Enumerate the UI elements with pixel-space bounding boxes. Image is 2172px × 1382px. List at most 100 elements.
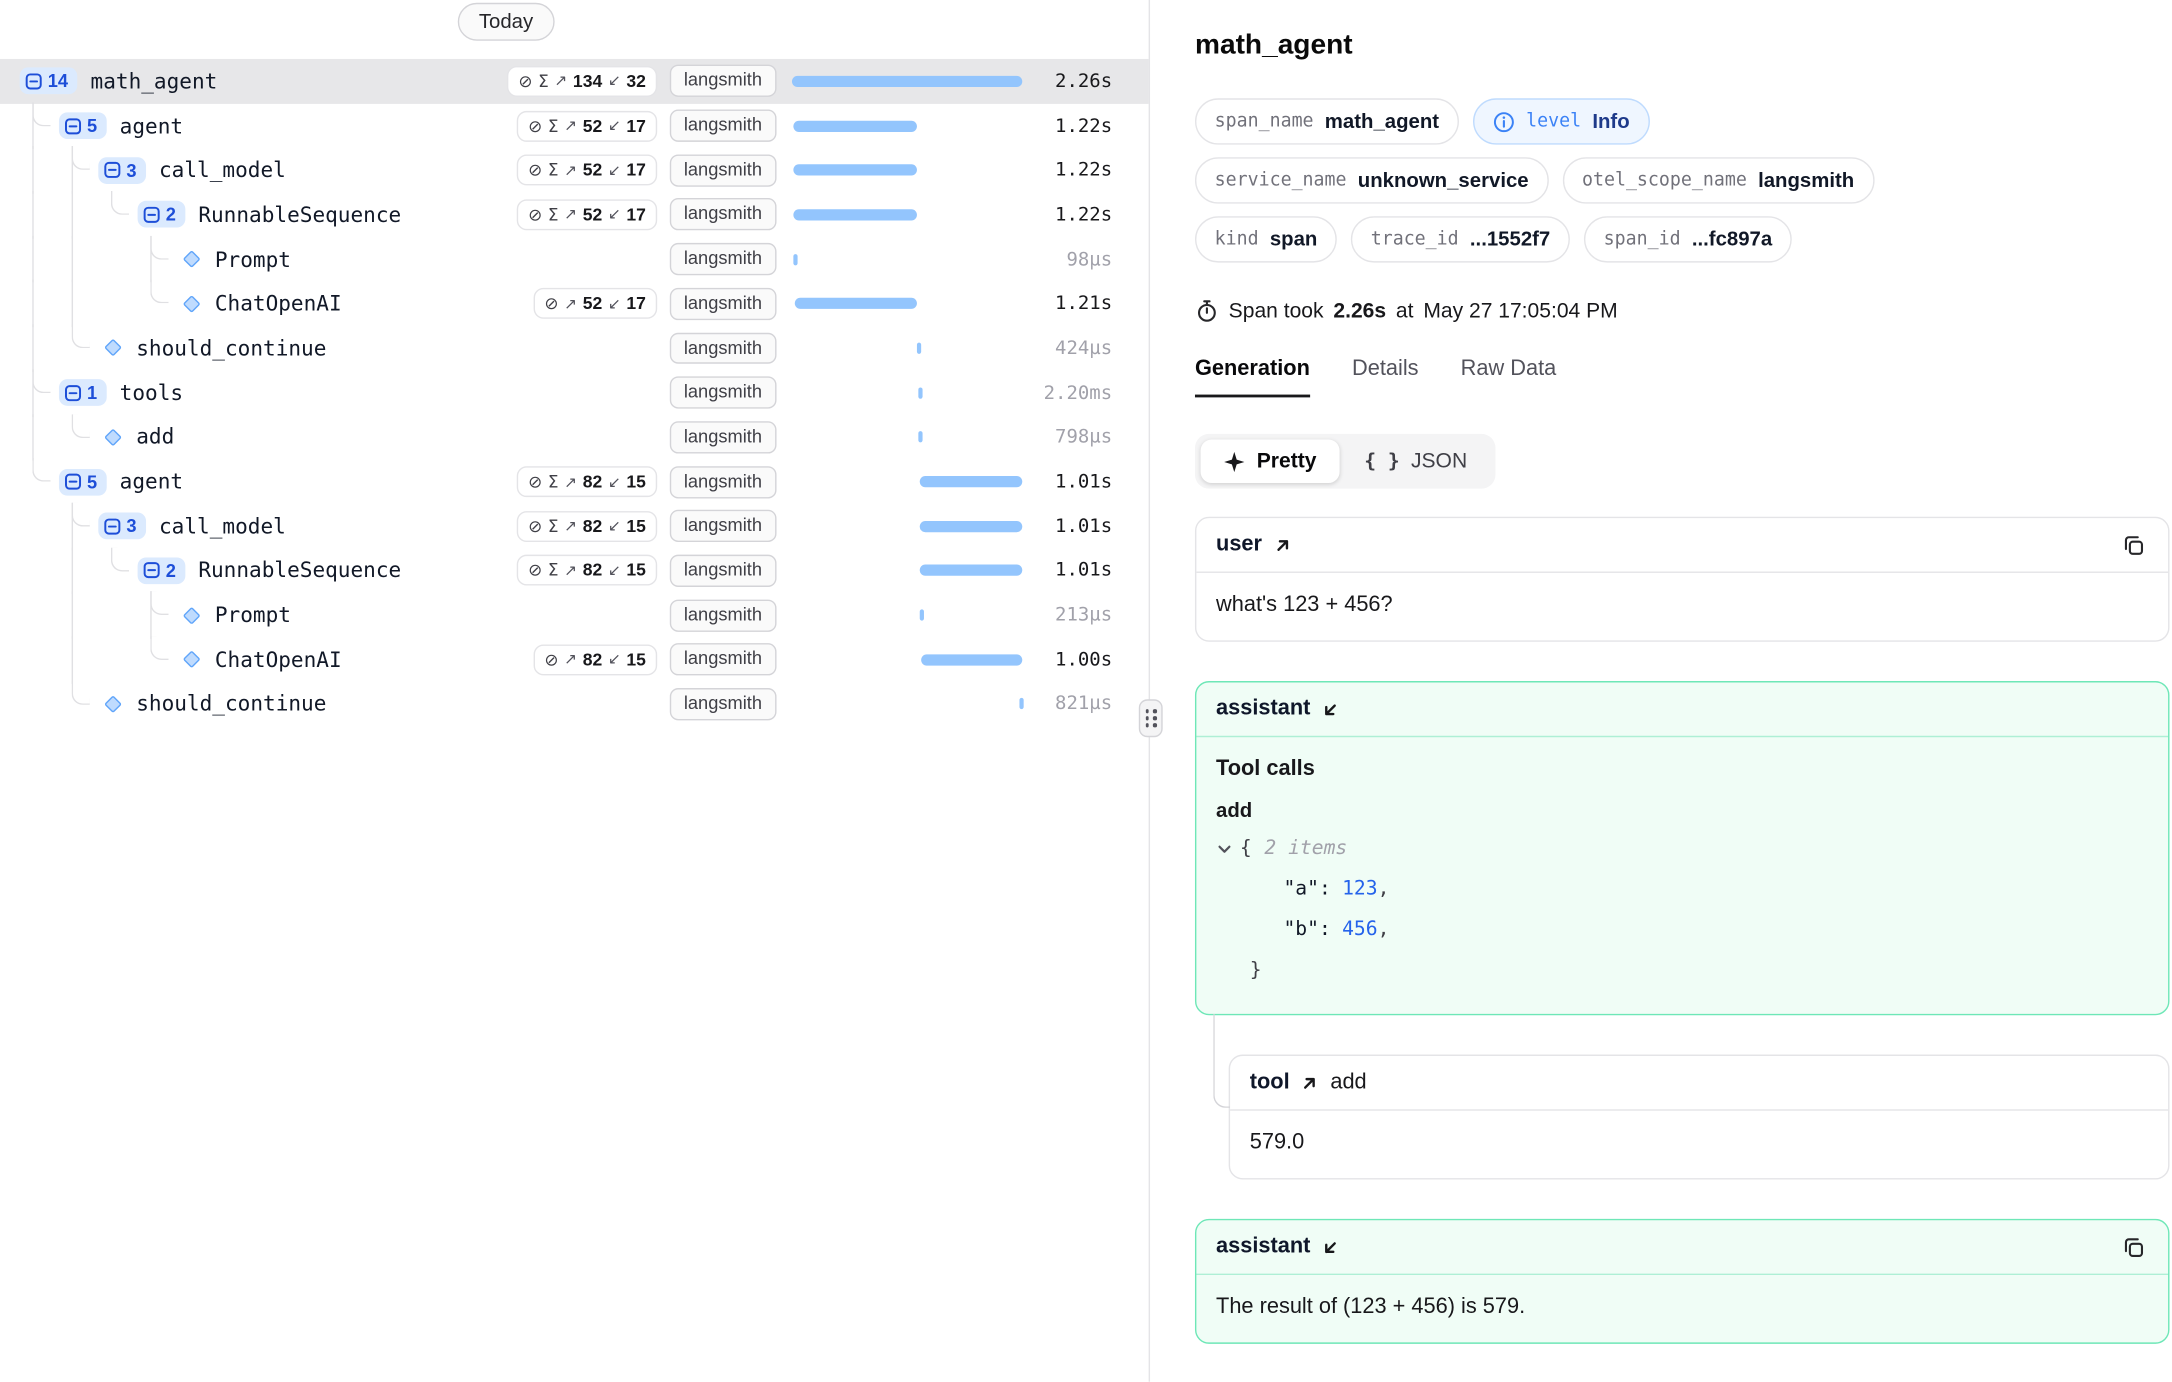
collapse-badge[interactable]: 3 xyxy=(98,513,146,540)
trace-row-should_continue[interactable]: should_continuelangsmith821µs xyxy=(0,682,1149,726)
message-body: The result of (123 + 456) is 579. xyxy=(1196,1275,2168,1342)
timeline-cell xyxy=(786,682,1028,726)
minus-square-icon xyxy=(65,384,82,401)
collapse-badge[interactable]: 1 xyxy=(59,379,107,406)
trace-row-math_agent[interactable]: 14math_agent⊘Σ↗134↙32langsmith2.26s xyxy=(0,59,1149,103)
copy-button[interactable] xyxy=(2119,1232,2148,1261)
collapse-badge[interactable]: 14 xyxy=(20,68,78,95)
trace-tree-panel: Today 14math_agent⊘Σ↗134↙32langsmith2.26… xyxy=(0,0,1150,1382)
message-card-tool: tool add 579.0 xyxy=(1229,1055,2170,1180)
trace-row-ChatOpenAI[interactable]: ChatOpenAI⊘↗82↙15langsmith1.00s xyxy=(0,637,1149,681)
input-tokens: 52 xyxy=(583,160,603,180)
trace-row-agent[interactable]: 5agent⊘Σ↗82↙15langsmith1.01s xyxy=(0,459,1149,503)
collapse-badge[interactable]: 3 xyxy=(98,157,146,184)
tokens-icon: ⊘ xyxy=(528,561,542,581)
trace-row-agent[interactable]: 5agent⊘Σ↗52↙17langsmith1.22s xyxy=(0,103,1149,147)
attr-pill-trace-id: trace_id ...1552f7 xyxy=(1351,216,1570,262)
child-count: 14 xyxy=(48,71,68,92)
input-tokens: 82 xyxy=(583,561,603,581)
attr-pill-kind: kind span xyxy=(1195,216,1337,262)
sigma-icon: Σ xyxy=(548,116,559,136)
child-count: 2 xyxy=(166,204,176,225)
pretty-toggle-button[interactable]: Pretty xyxy=(1201,440,1339,484)
span-name-label: tools xyxy=(120,380,183,405)
child-count: 1 xyxy=(87,382,97,403)
trace-row-Prompt[interactable]: Promptlangsmith213µs xyxy=(0,593,1149,637)
timeline-cell xyxy=(786,148,1028,192)
langsmith-tag: langsmith xyxy=(670,555,776,587)
input-tokens: 52 xyxy=(583,294,603,314)
arrow-down-left-icon xyxy=(1322,700,1340,718)
minus-square-icon xyxy=(143,562,160,579)
duration-bar xyxy=(793,120,917,131)
collapse-badge[interactable]: 5 xyxy=(59,468,107,495)
tool-call-name: add xyxy=(1216,800,2148,822)
duration-label: 424µs xyxy=(1028,337,1149,359)
trace-row-ChatOpenAI[interactable]: ChatOpenAI⊘↗52↙17langsmith1.21s xyxy=(0,281,1149,325)
output-tokens: 15 xyxy=(626,561,646,581)
span-attributes: span_name math_agent level Info service_… xyxy=(1195,98,2172,262)
trace-row-add[interactable]: addlangsmith798µs xyxy=(0,415,1149,459)
minus-square-icon xyxy=(104,162,121,179)
span-name-label: ChatOpenAI xyxy=(215,647,342,672)
duration-label: 1.00s xyxy=(1028,648,1149,670)
duration-label: 1.22s xyxy=(1028,159,1149,181)
duration-label: 821µs xyxy=(1028,693,1149,715)
leaf-diamond-icon xyxy=(104,339,122,357)
panel-resize-handle[interactable] xyxy=(1139,699,1163,737)
trace-row-tools[interactable]: 1toolslangsmith2.20ms xyxy=(0,370,1149,414)
duration-label: 213µs xyxy=(1028,604,1149,626)
output-arrow-icon: ↙ xyxy=(608,651,621,669)
tab-details[interactable]: Details xyxy=(1352,357,1419,398)
json-items-count: 2 items xyxy=(1264,828,1347,869)
input-tokens: 52 xyxy=(583,205,603,225)
input-arrow-icon: ↗ xyxy=(564,295,577,313)
collapse-badge[interactable]: 2 xyxy=(138,557,186,584)
copy-button[interactable] xyxy=(2119,530,2148,559)
input-arrow-icon: ↗ xyxy=(554,72,567,90)
duration-bar xyxy=(918,387,922,398)
trace-row-should_continue[interactable]: should_continuelangsmith424µs xyxy=(0,326,1149,370)
input-arrow-icon: ↗ xyxy=(564,206,577,224)
timeline-cell xyxy=(786,593,1028,637)
duration-label: 1.22s xyxy=(1028,114,1149,136)
leaf-diamond-icon xyxy=(104,428,122,446)
attr-pill-span-id: span_id ...fc897a xyxy=(1584,216,1792,262)
trace-row-call_model[interactable]: 3call_model⊘Σ↗52↙17langsmith1.22s xyxy=(0,148,1149,192)
page-title: math_agent xyxy=(1195,28,2172,62)
trace-row-Prompt[interactable]: Promptlangsmith98µs xyxy=(0,237,1149,281)
input-arrow-icon: ↗ xyxy=(564,517,577,535)
child-count: 2 xyxy=(166,560,176,581)
tab-generation[interactable]: Generation xyxy=(1195,357,1310,398)
trace-row-RunnableSequence[interactable]: 2RunnableSequence⊘Σ↗82↙15langsmith1.01s xyxy=(0,548,1149,592)
arrow-up-right-icon xyxy=(1301,1074,1319,1092)
trace-row-RunnableSequence[interactable]: 2RunnableSequence⊘Σ↗52↙17langsmith1.22s xyxy=(0,192,1149,236)
duration-bar xyxy=(795,298,918,309)
duration-label: 1.01s xyxy=(1028,470,1149,492)
duration-label: 1.01s xyxy=(1028,515,1149,537)
json-entry: a : 123 , xyxy=(1216,869,2148,910)
duration-label: 798µs xyxy=(1028,426,1149,448)
date-filter-button[interactable]: Today xyxy=(458,3,554,41)
message-body: what's 123 + 456? xyxy=(1196,573,2168,640)
tokens-icon: ⊘ xyxy=(518,71,532,91)
tab-raw-data[interactable]: Raw Data xyxy=(1461,357,1557,398)
output-arrow-icon: ↙ xyxy=(608,206,621,224)
token-stats: ⊘Σ↗82↙15 xyxy=(517,511,657,542)
timeline-cell xyxy=(786,415,1028,459)
collapse-badge[interactable]: 5 xyxy=(59,112,107,139)
collapse-badge[interactable]: 2 xyxy=(138,201,186,228)
langsmith-tag: langsmith xyxy=(670,110,776,142)
child-count: 3 xyxy=(126,516,136,537)
leaf-diamond-icon xyxy=(183,250,201,268)
json-open-brace: { xyxy=(1240,828,1252,869)
message-body: 579.0 xyxy=(1230,1111,2168,1178)
arrow-up-right-icon xyxy=(1273,536,1291,554)
minus-square-icon xyxy=(25,73,42,90)
json-toggle-button[interactable]: { } JSON xyxy=(1342,440,1490,484)
chevron-down-icon[interactable] xyxy=(1216,840,1233,857)
trace-row-call_model[interactable]: 3call_model⊘Σ↗82↙15langsmith1.01s xyxy=(0,504,1149,548)
output-tokens: 17 xyxy=(626,294,646,314)
token-stats: ⊘Σ↗82↙15 xyxy=(517,555,657,586)
timing-duration: 2.26s xyxy=(1333,299,1386,323)
